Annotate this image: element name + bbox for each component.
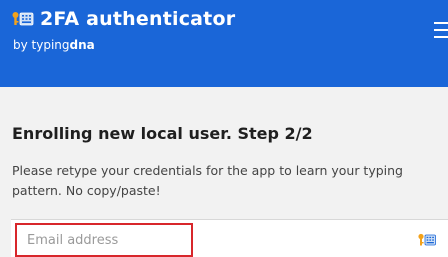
key-keypad-icon: [418, 233, 436, 247]
email-field[interactable]: [15, 223, 193, 257]
app-window: 2FA authenticator by typingdna Enrolling…: [0, 0, 448, 257]
key-keypad-icon: [12, 11, 34, 27]
app-title: 2FA authenticator: [40, 8, 236, 30]
byline-brand: dna: [69, 38, 95, 52]
app-header: 2FA authenticator by typingdna: [0, 0, 448, 87]
byline-prefix: by typing: [13, 38, 70, 52]
page-title: Enrolling new local user. Step 2/2: [12, 124, 313, 143]
brand: 2FA authenticator: [12, 8, 235, 30]
main-content: Enrolling new local user. Step 2/2 Pleas…: [0, 87, 448, 257]
byline: by typingdna: [13, 38, 95, 52]
page-description: Please retype your credentials for the a…: [12, 163, 403, 198]
hamburger-menu-icon[interactable]: [434, 22, 448, 38]
email-input-row: [11, 219, 448, 257]
